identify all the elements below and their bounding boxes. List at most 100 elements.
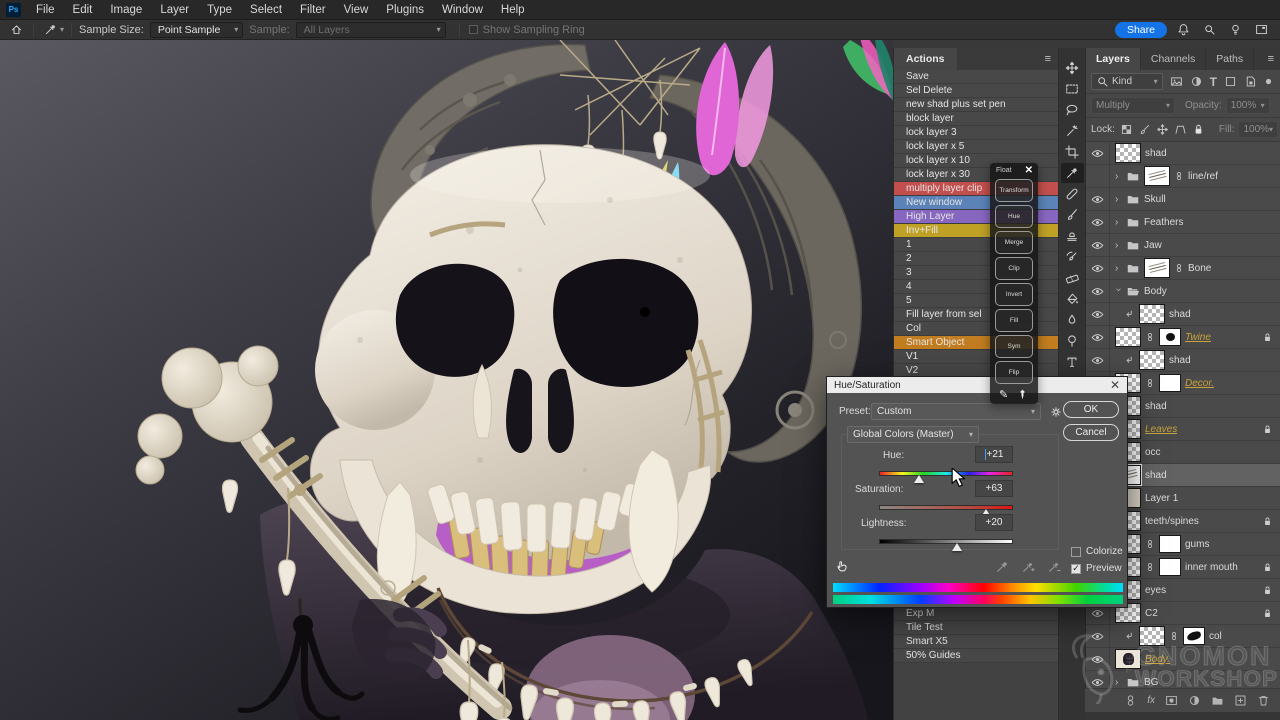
float-button-transform[interactable]: Transform	[995, 179, 1033, 202]
mask-link-icon[interactable]	[1145, 562, 1155, 572]
layer-name[interactable]: Skull	[1144, 194, 1166, 205]
float-button-sym[interactable]: Sym	[995, 335, 1033, 358]
sample-size-select[interactable]: Point Sample ▾	[150, 22, 243, 38]
menu-edit[interactable]: Edit	[64, 0, 102, 20]
layer-name[interactable]: occ	[1145, 447, 1161, 458]
layer-name[interactable]: shad	[1145, 401, 1167, 412]
pencil-icon[interactable]: ✎	[999, 388, 1008, 401]
expand-chevron-icon[interactable]: ›	[1113, 288, 1124, 295]
visibility-eye-icon[interactable]	[1086, 625, 1110, 647]
lightness-slider-thumb[interactable]	[952, 543, 962, 551]
saturation-slider-track[interactable]	[879, 505, 1013, 510]
mask-link-icon[interactable]	[1145, 332, 1155, 342]
notifications-icon[interactable]	[1177, 23, 1190, 36]
action-item[interactable]: Sel Delete	[894, 84, 1058, 98]
float-button-clip[interactable]: Clip	[995, 257, 1033, 280]
crop-tool[interactable]	[1061, 142, 1084, 162]
new-group-icon[interactable]	[1211, 694, 1224, 707]
clone-stamp-tool[interactable]	[1061, 226, 1084, 246]
channel-select[interactable]: Global Colors (Master) ▾	[847, 426, 979, 443]
menu-select[interactable]: Select	[241, 0, 291, 20]
tab-layers[interactable]: Layers	[1086, 48, 1141, 70]
menu-help[interactable]: Help	[492, 0, 534, 20]
expand-chevron-icon[interactable]: ›	[1115, 217, 1122, 228]
magic-wand-tool[interactable]	[1061, 121, 1084, 141]
panel-menu-icon[interactable]: ≡	[1268, 48, 1274, 70]
share-button[interactable]: Share	[1115, 22, 1167, 38]
layer-thumbnail[interactable]	[1139, 304, 1165, 324]
layer-thumbnail[interactable]	[1115, 649, 1141, 669]
filter-adjustment-layers-icon[interactable]	[1190, 75, 1203, 88]
lock-pixels-icon[interactable]	[1138, 123, 1151, 136]
dodge-tool[interactable]	[1061, 331, 1084, 351]
layer-mask-thumbnail[interactable]	[1159, 374, 1181, 392]
brush-tool[interactable]	[1061, 205, 1084, 225]
close-icon[interactable]: ✕	[1025, 165, 1033, 176]
visibility-eye-icon[interactable]	[1086, 303, 1110, 325]
colorize-checkbox[interactable]: Colorize	[1071, 546, 1123, 557]
layer-mask-thumbnail[interactable]	[1159, 558, 1181, 576]
eraser-tool[interactable]	[1061, 268, 1084, 288]
layer-name[interactable]: Body.	[1145, 654, 1170, 665]
dialog-titlebar[interactable]: Hue/Saturation ✕	[827, 377, 1127, 393]
lightness-slider[interactable]	[879, 539, 1013, 553]
visibility-eye-icon[interactable]	[1086, 165, 1110, 187]
tab-channels[interactable]: Channels	[1141, 48, 1206, 70]
visibility-eye-icon[interactable]	[1086, 349, 1110, 371]
layer-mask-thumbnail[interactable]	[1183, 627, 1205, 645]
layer-thumbnail[interactable]	[1115, 327, 1141, 347]
layer-thumbnail[interactable]	[1139, 626, 1165, 646]
visibility-eye-icon[interactable]	[1086, 257, 1110, 279]
workspace-switcher-icon[interactable]	[1255, 23, 1268, 36]
colorize-checkbox-box[interactable]	[1071, 547, 1081, 557]
layer-row[interactable]: col	[1086, 625, 1280, 648]
hue-slider-thumb[interactable]	[914, 475, 924, 483]
menu-file[interactable]: File	[27, 0, 64, 20]
lock-transparency-icon[interactable]	[1120, 123, 1133, 136]
lightness-value-input[interactable]: +20	[975, 514, 1013, 531]
lasso-tool[interactable]	[1061, 100, 1084, 120]
layer-name[interactable]: Decor.	[1185, 378, 1214, 389]
layer-name[interactable]: Feathers	[1144, 217, 1183, 228]
preview-checkbox-box[interactable]: ✓	[1071, 564, 1081, 574]
layer-style-icon[interactable]: fx	[1147, 695, 1155, 706]
saturation-value-input[interactable]: +63	[975, 480, 1013, 497]
layer-name[interactable]: Leaves	[1145, 424, 1177, 435]
new-adjustment-layer-icon[interactable]	[1188, 694, 1201, 707]
healing-brush-tool[interactable]	[1061, 184, 1084, 204]
layer-name[interactable]: BG	[1144, 677, 1158, 688]
document-canvas[interactable]	[0, 40, 893, 720]
expand-chevron-icon[interactable]: ›	[1115, 677, 1122, 688]
layer-name[interactable]: shad	[1145, 470, 1167, 481]
lock-all-icon[interactable]	[1192, 123, 1205, 136]
float-button-merge[interactable]: Merge	[995, 231, 1033, 254]
float-button-flip[interactable]: Flip	[995, 361, 1033, 384]
pin-icon[interactable]	[1016, 388, 1029, 401]
layer-mask-thumbnail[interactable]	[1159, 328, 1181, 346]
layer-row[interactable]: › Bone	[1086, 257, 1280, 280]
photoshop-logo[interactable]: Ps	[6, 3, 21, 17]
expand-chevron-icon[interactable]: ›	[1115, 263, 1122, 274]
float-button-hue[interactable]: Hue	[995, 205, 1033, 228]
layer-name[interactable]: teeth/spines	[1145, 516, 1199, 527]
close-icon[interactable]: ✕	[1110, 379, 1120, 391]
layer-name[interactable]: eyes	[1145, 585, 1166, 596]
layer-name[interactable]: col	[1209, 631, 1222, 642]
layer-name[interactable]: Bone	[1188, 263, 1211, 274]
add-layer-mask-icon[interactable]	[1165, 694, 1178, 707]
action-item[interactable]: block layer	[894, 112, 1058, 126]
menu-plugins[interactable]: Plugins	[377, 0, 433, 20]
layer-name[interactable]: Body	[1144, 286, 1167, 297]
on-image-adjustment-icon[interactable]	[835, 559, 849, 573]
actions-panel-tab[interactable]: Actions	[894, 48, 957, 70]
blur-tool[interactable]	[1061, 310, 1084, 330]
mask-link-icon[interactable]	[1174, 263, 1184, 273]
visibility-eye-icon[interactable]	[1086, 142, 1110, 164]
visibility-eye-icon[interactable]	[1086, 326, 1110, 348]
filter-pixel-layers-icon[interactable]	[1170, 75, 1183, 88]
menu-filter[interactable]: Filter	[291, 0, 335, 20]
layer-thumbnail[interactable]	[1144, 166, 1170, 186]
visibility-eye-icon[interactable]	[1086, 188, 1110, 210]
new-layer-icon[interactable]	[1234, 694, 1247, 707]
filter-kind-select[interactable]: Kind ▾	[1091, 73, 1163, 90]
